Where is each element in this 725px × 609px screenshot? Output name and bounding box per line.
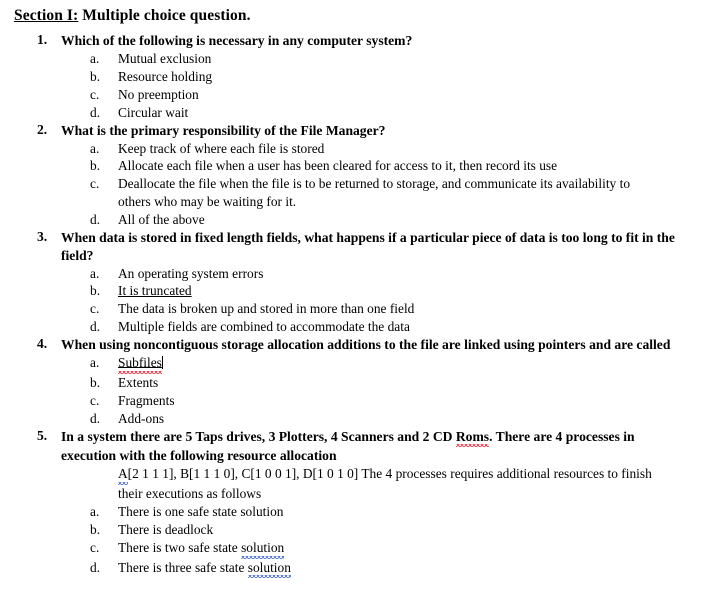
- option-letter-1c: c.: [90, 86, 100, 102]
- option-letter-3c: c.: [90, 301, 100, 317]
- question-text-4: When using noncontiguous storage allocat…: [61, 337, 671, 353]
- selected-answer-3b: It is truncated: [118, 283, 192, 299]
- option-text-5a: There is one safe state solution: [118, 503, 284, 519]
- option-item-4a[interactable]: a. Subfiles: [61, 353, 725, 374]
- option-letter-3d: d.: [90, 319, 101, 335]
- question-text-5: In a system there are 5 Taps drives, 3 P…: [61, 427, 725, 466]
- option-letter-1d: d.: [90, 104, 101, 120]
- selected-answer-4a-misspelled: Subfiles: [118, 353, 162, 374]
- option-item-3d[interactable]: d. Multiple fields are combined to accom…: [61, 318, 725, 336]
- option-letter-1a: a.: [90, 51, 100, 67]
- section-title: Multiple choice question.: [82, 7, 251, 24]
- option-item-3c[interactable]: c. The data is broken up and stored in m…: [61, 300, 725, 318]
- question-text-2: What is the primary responsibility of th…: [61, 122, 386, 138]
- option-text-4b: Extents: [118, 374, 159, 390]
- option-letter-1b: b.: [90, 69, 101, 85]
- grammar-flagged-letter-a: A: [118, 465, 128, 485]
- option-text-5c: There is two safe state solution: [118, 538, 725, 559]
- misspelled-word-roms: Roms: [455, 427, 490, 448]
- option-item-3b[interactable]: b. It is truncated: [61, 282, 725, 300]
- option-letter-5a: a.: [90, 503, 100, 519]
- option-text-1c: No preemption: [118, 86, 199, 102]
- option-letter-3b: b.: [90, 283, 101, 299]
- option-item-5c[interactable]: c. There is two safe state solution: [61, 538, 725, 559]
- option-letter-5b: b.: [90, 521, 101, 537]
- option-text-3a: An operating system errors: [118, 265, 264, 281]
- option-letter-2a: a.: [90, 140, 100, 156]
- option-item-5a[interactable]: a. There is one safe state solution: [61, 503, 725, 521]
- section-heading: Section I: Multiple choice question.: [14, 6, 725, 25]
- option-text-5c-pre: There is two safe state: [118, 539, 242, 555]
- option-list-4: a. Subfiles b. Extents c. Fragments d. A…: [61, 353, 725, 428]
- option-text-5d-pre: There is three safe state: [118, 559, 248, 575]
- option-item-5d[interactable]: d. There is three safe state solution: [61, 558, 725, 579]
- question-item-2: 2. What is the primary responsibility of…: [0, 122, 725, 229]
- option-text-2b: Allocate each file when a user has been …: [118, 158, 558, 174]
- option-letter-4b: b.: [90, 374, 101, 390]
- option-text-4c: Fragments: [118, 392, 175, 408]
- text-cursor-caret: [161, 355, 163, 369]
- option-letter-5c: c.: [90, 539, 100, 555]
- question-item-1: 1. Which of the following is necessary i…: [0, 32, 725, 121]
- question-item-4: 4. When using noncontiguous storage allo…: [0, 336, 725, 427]
- option-item-1b[interactable]: b. Resource holding: [61, 68, 725, 86]
- question-number-4: 4.: [37, 336, 48, 352]
- option-text-4d: Add-ons: [118, 410, 165, 426]
- option-item-2a[interactable]: a. Keep track of where each file is stor…: [61, 140, 725, 158]
- option-text-2d: All of the above: [118, 212, 205, 228]
- option-text-2c: Deallocate the file when the file is to …: [118, 176, 631, 210]
- option-letter-3a: a.: [90, 265, 100, 281]
- option-item-2d[interactable]: d. All of the above: [61, 211, 725, 229]
- option-letter-4c: c.: [90, 392, 100, 408]
- option-list-2: a. Keep track of where each file is stor…: [61, 140, 725, 229]
- option-text-1d: Circular wait: [118, 104, 189, 120]
- question-number-3: 3.: [37, 228, 48, 244]
- option-text-2a: Keep track of where each file is stored: [118, 140, 325, 156]
- question-number-2: 2.: [37, 121, 48, 137]
- grammar-flagged-solution-5d: solution: [247, 558, 291, 579]
- question-item-3: 3. When data is stored in fixed length f…: [0, 229, 725, 336]
- question-item-5: 5. In a system there are 5 Taps drives, …: [0, 427, 725, 579]
- question-text-5-part1: In a system there are 5 Taps drives, 3 P…: [61, 428, 456, 444]
- option-list-1: a. Mutual exclusion b. Resource holding …: [61, 50, 725, 122]
- option-list-5: a. There is one safe state solution b. T…: [61, 503, 725, 579]
- option-text-3b: It is truncated: [118, 282, 725, 300]
- question-text-1: Which of the following is necessary in a…: [61, 33, 413, 49]
- option-item-2c[interactable]: c. Deallocate the file when the file is …: [61, 175, 725, 211]
- option-item-1d[interactable]: d. Circular wait: [61, 104, 725, 122]
- question-text-3: When data is stored in fixed length fiel…: [61, 229, 675, 263]
- option-text-5b: There is deadlock: [118, 521, 214, 537]
- option-item-5b[interactable]: b. There is deadlock: [61, 521, 725, 539]
- question-list: 1. Which of the following is necessary i…: [0, 32, 725, 578]
- option-text-5d: There is three safe state solution: [118, 558, 725, 579]
- option-item-4d[interactable]: d. Add-ons: [61, 410, 725, 428]
- option-item-4b[interactable]: b. Extents: [61, 374, 725, 392]
- option-item-4c[interactable]: c. Fragments: [61, 392, 725, 410]
- grammar-flagged-solution-5c: solution: [241, 538, 285, 559]
- question-number-5: 5.: [37, 427, 48, 443]
- option-letter-2b: b.: [90, 158, 101, 174]
- resource-allocation-text: [2 1 1 1], B[1 1 1 0], C[1 0 0 1], D[1 0…: [118, 466, 652, 501]
- resource-allocation-block: A[2 1 1 1], B[1 1 1 0], C[1 0 0 1], D[1 …: [61, 465, 725, 503]
- option-list-3: a. An operating system errors b. It is t…: [61, 265, 725, 337]
- option-letter-4d: d.: [90, 410, 101, 426]
- option-letter-5d: d.: [90, 559, 101, 575]
- section-label: Section I:: [14, 7, 79, 24]
- option-text-3d: Multiple fields are combined to accommod…: [118, 319, 410, 335]
- option-text-1b: Resource holding: [118, 69, 213, 85]
- option-letter-2c: c.: [90, 176, 100, 192]
- question-number-1: 1.: [37, 32, 48, 48]
- option-text-3c: The data is broken up and stored in more…: [118, 301, 415, 317]
- option-item-2b[interactable]: b. Allocate each file when a user has be…: [61, 157, 725, 175]
- option-text-4a: Subfiles: [118, 353, 725, 374]
- option-item-1c[interactable]: c. No preemption: [61, 86, 725, 104]
- option-letter-2d: d.: [90, 212, 101, 228]
- option-letter-4a: a.: [90, 354, 100, 370]
- option-item-1a[interactable]: a. Mutual exclusion: [61, 50, 725, 68]
- option-item-3a[interactable]: a. An operating system errors: [61, 265, 725, 283]
- document-page: Section I: Multiple choice question. 1. …: [0, 6, 725, 609]
- option-text-1a: Mutual exclusion: [118, 51, 212, 67]
